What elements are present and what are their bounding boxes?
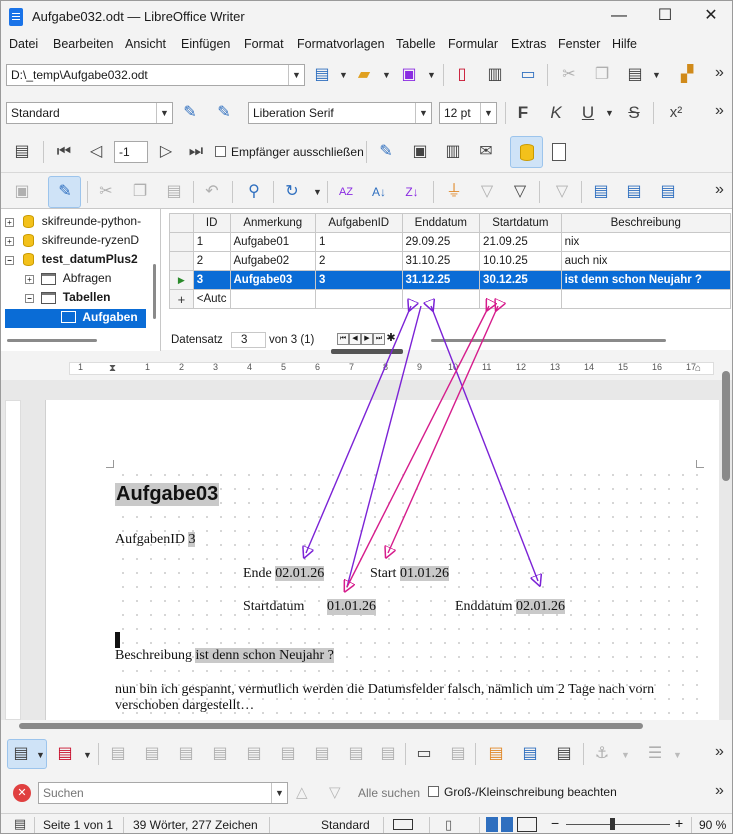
comment-icon[interactable]: ▭ — [413, 743, 435, 765]
annotation-arrows — [1, 1, 733, 834]
digital-signature-icon[interactable]: ▯ — [445, 817, 452, 833]
chevron-down-icon[interactable]: ▼ — [673, 750, 682, 760]
chevron-down-icon[interactable]: ▼ — [621, 750, 630, 760]
form-properties-icon[interactable]: ▤ — [553, 743, 575, 765]
anchor-icon[interactable]: ⚓ — [591, 743, 613, 765]
search-input[interactable] — [43, 786, 263, 800]
form-control-icon[interactable]: ▤ — [277, 743, 299, 765]
arrow-enddatum-to-ende — [306, 306, 411, 553]
page-count[interactable]: Seite 1 von 1 — [43, 818, 113, 832]
arrow-enddatum-to-enddatum — [431, 306, 538, 581]
form-control-icon[interactable]: ▤ — [345, 743, 367, 765]
form-controls-toolbar: ▤ ▼ ▤ ▼ ▤ ▤ ▤ ▤ ▤ ▤ ▤ ▤ ▤ ▭ ▤ ▤ ▤ ▤ ⚓ ▼ … — [1, 737, 732, 771]
zoom-slider[interactable] — [566, 824, 670, 825]
arrow-startdatum-to-start — [388, 306, 498, 553]
find-next-icon[interactable]: ▽ — [329, 783, 341, 801]
zoom-slider-thumb[interactable] — [610, 818, 615, 830]
form-design-icon[interactable]: ▤ — [54, 743, 76, 765]
arrow-startdatum-to-startdatum — [347, 306, 489, 587]
design-mode-icon: ▤ — [13, 745, 29, 762]
form-navigator-icon[interactable]: ▤ — [447, 743, 469, 765]
find-toolbar: ✕ ▼ △ ▽ Alle suchen Groß-/Kleinschreibun… — [1, 777, 732, 809]
close-find-icon[interactable]: ✕ — [13, 784, 31, 802]
form-control-icon[interactable]: ▤ — [107, 743, 129, 765]
form-control-icon[interactable]: ▤ — [243, 743, 265, 765]
multi-page-view-icon[interactable] — [501, 817, 513, 832]
find-all-button[interactable]: Alle suchen — [358, 786, 420, 800]
chevron-down-icon: ▼ — [36, 750, 45, 760]
zoom-level[interactable]: 90 % — [699, 818, 726, 832]
align-icon[interactable]: ☰ — [644, 743, 666, 765]
more-options-icon[interactable]: » — [715, 743, 724, 761]
book-view-icon[interactable] — [517, 817, 537, 832]
status-bar: ▤ Seite 1 von 1 39 Wörter, 277 Zeichen S… — [1, 813, 732, 833]
document-modified-icon[interactable]: ▤ — [9, 813, 31, 833]
zoom-in-icon[interactable]: + — [675, 815, 683, 831]
zoom-out-icon[interactable]: − — [551, 815, 559, 831]
add-field-icon[interactable]: ▤ — [519, 743, 541, 765]
form-control-icon[interactable]: ▤ — [377, 743, 399, 765]
form-control-icon[interactable]: ▤ — [141, 743, 163, 765]
writer-window: Aufgabe032.odt — LibreOffice Writer — ☐ … — [0, 0, 733, 834]
chevron-down-icon[interactable]: ▼ — [271, 783, 287, 803]
find-previous-icon[interactable]: △ — [296, 783, 308, 801]
tab-order-icon[interactable]: ▤ — [485, 743, 507, 765]
form-control-icon[interactable]: ▤ — [311, 743, 333, 765]
page-style[interactable]: Standard — [321, 818, 370, 832]
form-control-icon[interactable]: ▤ — [175, 743, 197, 765]
chevron-down-icon[interactable]: ▼ — [83, 750, 92, 760]
match-case-label: Groß-/Kleinschreibung beachten — [444, 785, 617, 799]
design-mode-toggle[interactable]: ▤ ▼ — [7, 739, 47, 769]
single-page-view-icon[interactable] — [486, 817, 498, 832]
arrow-enddatum-line-2 — [346, 305, 422, 588]
word-count[interactable]: 39 Wörter, 277 Zeichen — [133, 818, 258, 832]
form-control-icon[interactable]: ▤ — [209, 743, 231, 765]
match-case-checkbox[interactable] — [428, 786, 439, 797]
search-combo[interactable]: ▼ — [38, 782, 288, 804]
more-options-icon[interactable]: » — [715, 782, 724, 800]
selection-mode-icon[interactable] — [393, 819, 413, 830]
